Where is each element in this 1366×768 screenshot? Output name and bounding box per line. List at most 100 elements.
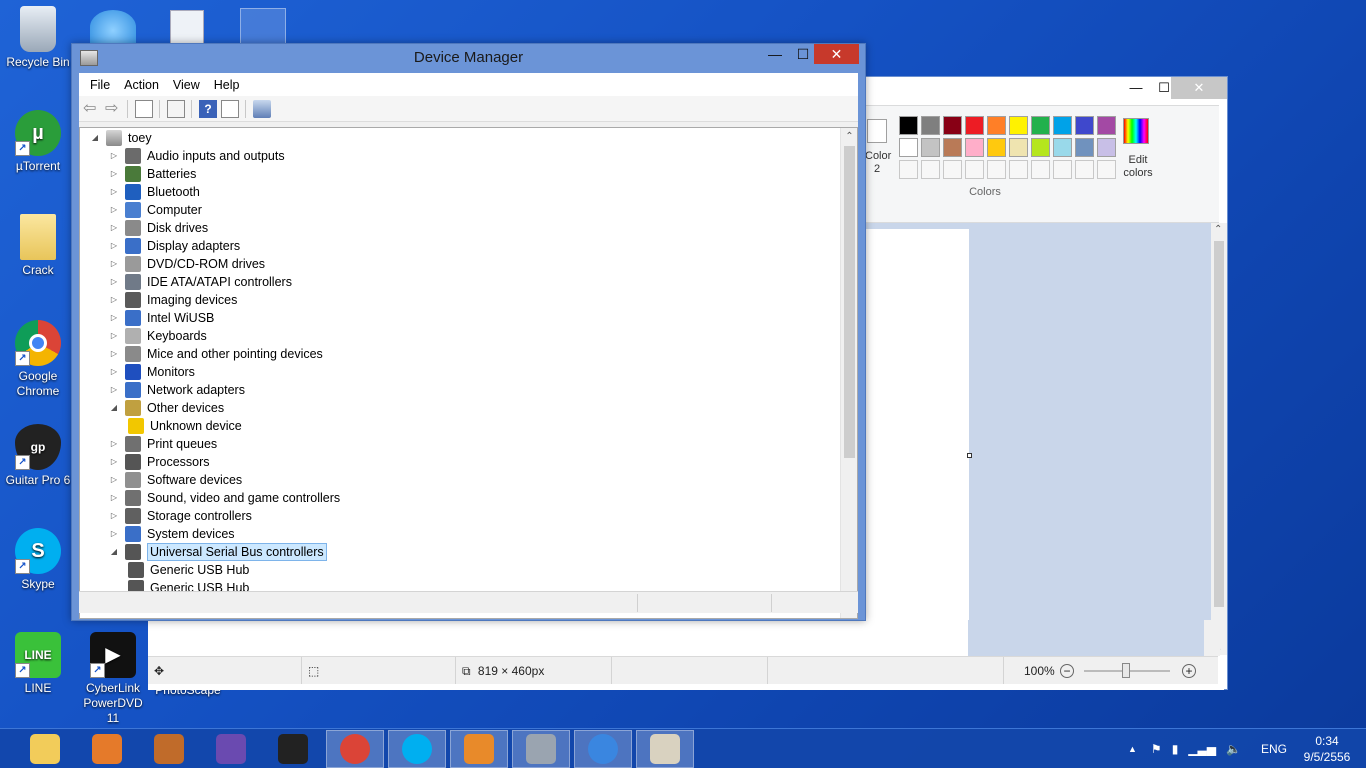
tree-category-item[interactable]: ▷ Disk drives [109,219,208,237]
collapse-arrow-icon[interactable]: ◢ [90,129,100,147]
input-language[interactable]: ENG [1261,742,1287,756]
tree-category-item[interactable]: ▷ Intel WiUSB [109,309,214,327]
expand-arrow-icon[interactable]: ▷ [109,255,119,273]
scroll-thumb[interactable] [844,146,855,458]
menu-view[interactable]: View [166,78,207,92]
maximize-button[interactable]: ☐ [790,44,816,64]
tree-category-item[interactable]: ▷ Batteries [109,165,196,183]
desktop-icon-line[interactable]: LINE LINE [1,632,75,696]
color-swatch[interactable] [1009,116,1028,135]
action-center-icon[interactable]: ⚑ [1151,742,1162,756]
device-tree[interactable]: ◢ toey ▷ Audio inputs and outputs ▷ Batteri… [79,127,858,619]
expand-arrow-icon[interactable]: ▷ [109,453,119,471]
minimize-button[interactable]: — [1121,77,1151,99]
expand-arrow-icon[interactable]: ▷ [109,327,119,345]
desktop-icon-crack[interactable]: Crack [1,214,75,278]
tree-category-item[interactable]: ▷ Display adapters [109,237,240,255]
scroll-thumb[interactable] [1214,241,1224,607]
scroll-up-arrow[interactable]: ⌃ [1214,224,1222,235]
expand-arrow-icon[interactable]: ▷ [109,219,119,237]
menu-help[interactable]: Help [207,78,247,92]
canvas-resize-handle[interactable] [967,453,972,458]
collapse-arrow-icon[interactable]: ◢ [109,399,119,417]
paint-window[interactable]: — ☐ ✕ ⌃ ? Color 2 Edit colors Colors ⌃ ⌄ [864,76,1228,690]
expand-arrow-icon[interactable]: ▷ [109,381,119,399]
color-swatch[interactable] [987,138,1006,157]
collapse-arrow-icon[interactable]: ◢ [109,543,119,561]
color-swatch[interactable] [899,160,918,179]
color-swatch[interactable] [1031,116,1050,135]
taskbar-button-video-editor[interactable] [140,730,198,768]
color-swatch[interactable] [965,116,984,135]
taskbar-button-guitar-pro[interactable] [264,730,322,768]
color-swatch[interactable] [943,160,962,179]
color-swatch[interactable] [1075,116,1094,135]
desktop-icon-skype[interactable]: S Skype [1,528,75,592]
tree-category-item[interactable]: ▷ System devices [109,525,235,543]
device-manager-titlebar[interactable]: Device Manager — ☐ ✕ [72,44,865,72]
tree-category-item[interactable]: ◢ Other devices [109,399,224,417]
clock[interactable]: 0:34 9/5/2556 [1292,733,1362,765]
scan-hardware-icon[interactable] [253,100,271,118]
color-swatch[interactable] [1053,116,1072,135]
color-swatch[interactable] [921,160,940,179]
color-swatch[interactable] [899,138,918,157]
expand-arrow-icon[interactable]: ▷ [109,363,119,381]
taskbar-button-paint[interactable] [636,730,694,768]
expand-arrow-icon[interactable]: ▷ [109,489,119,507]
color-swatch[interactable] [987,116,1006,135]
color-swatch[interactable] [943,116,962,135]
tree-category-item[interactable]: ▷ Keyboards [109,327,207,345]
expand-arrow-icon[interactable]: ▷ [109,507,119,525]
expand-arrow-icon[interactable]: ▷ [109,435,119,453]
back-arrow-icon[interactable]: ⇦ [83,100,101,118]
menu-file[interactable]: File [83,78,117,92]
color-swatch[interactable] [965,138,984,157]
expand-arrow-icon[interactable]: ▷ [109,183,119,201]
expand-arrow-icon[interactable]: ▷ [109,237,119,255]
paint-scrollbar[interactable]: ⌃ ⌄ [1211,223,1227,655]
color-swatch[interactable] [1031,160,1050,179]
zoom-in-button[interactable]: + [1182,664,1196,678]
close-button[interactable]: ✕ [814,44,859,64]
color-swatch[interactable] [1097,116,1116,135]
tree-category-item[interactable]: ▷ Monitors [109,363,195,381]
minimize-button[interactable]: — [762,44,788,64]
tree-category-item[interactable]: ▷ Mice and other pointing devices [109,345,323,363]
color-swatch[interactable] [1009,160,1028,179]
tree-category-item[interactable]: ▷ Bluetooth [109,183,200,201]
color-swatch[interactable] [921,116,940,135]
color2-swatch[interactable] [867,119,887,143]
tree-root[interactable]: ◢ toey [90,129,152,147]
menu-action[interactable]: Action [117,78,166,92]
color-swatch[interactable] [1053,160,1072,179]
tree-category-item[interactable]: ▷ DVD/CD-ROM drives [109,255,265,273]
color-swatch[interactable] [943,138,962,157]
expand-arrow-icon[interactable]: ▷ [109,147,119,165]
color-swatch[interactable] [1031,138,1050,157]
color-swatch[interactable] [1097,160,1116,179]
color-swatch[interactable] [1009,138,1028,157]
desktop-icon-guitar-pro-6[interactable]: gp Guitar Pro 6 [1,424,75,488]
color-swatch[interactable] [921,138,940,157]
expand-arrow-icon[interactable]: ▷ [109,309,119,327]
zoom-slider-thumb[interactable] [1122,663,1130,678]
taskbar-button-file-explorer[interactable] [16,730,74,768]
zoom-out-button[interactable]: − [1060,664,1074,678]
expand-arrow-icon[interactable]: ▷ [109,291,119,309]
taskbar-button-itunes[interactable] [574,730,632,768]
desktop-icon-media-file[interactable] [170,10,204,44]
taskbar-button-visual-studio[interactable] [202,730,260,768]
tree-category-item[interactable]: ▷ Print queues [109,435,217,453]
tree-child-item[interactable]: Generic USB Hub [128,561,249,579]
expand-arrow-icon[interactable]: ▷ [109,345,119,363]
properties-icon[interactable] [167,100,185,118]
desktop-icon-google-chrome[interactable]: Google Chrome [1,320,75,399]
taskbar-button-device-manager[interactable] [512,730,570,768]
tree-category-item[interactable]: ▷ Software devices [109,471,242,489]
expand-arrow-icon[interactable]: ▷ [109,471,119,489]
tree-category-item[interactable]: ▷ Computer [109,201,202,219]
taskbar-button-chrome[interactable] [326,730,384,768]
show-hide-console-tree-icon[interactable] [135,100,153,118]
device-tree-scrollbar[interactable]: ⌃ ⌄ [840,128,857,618]
